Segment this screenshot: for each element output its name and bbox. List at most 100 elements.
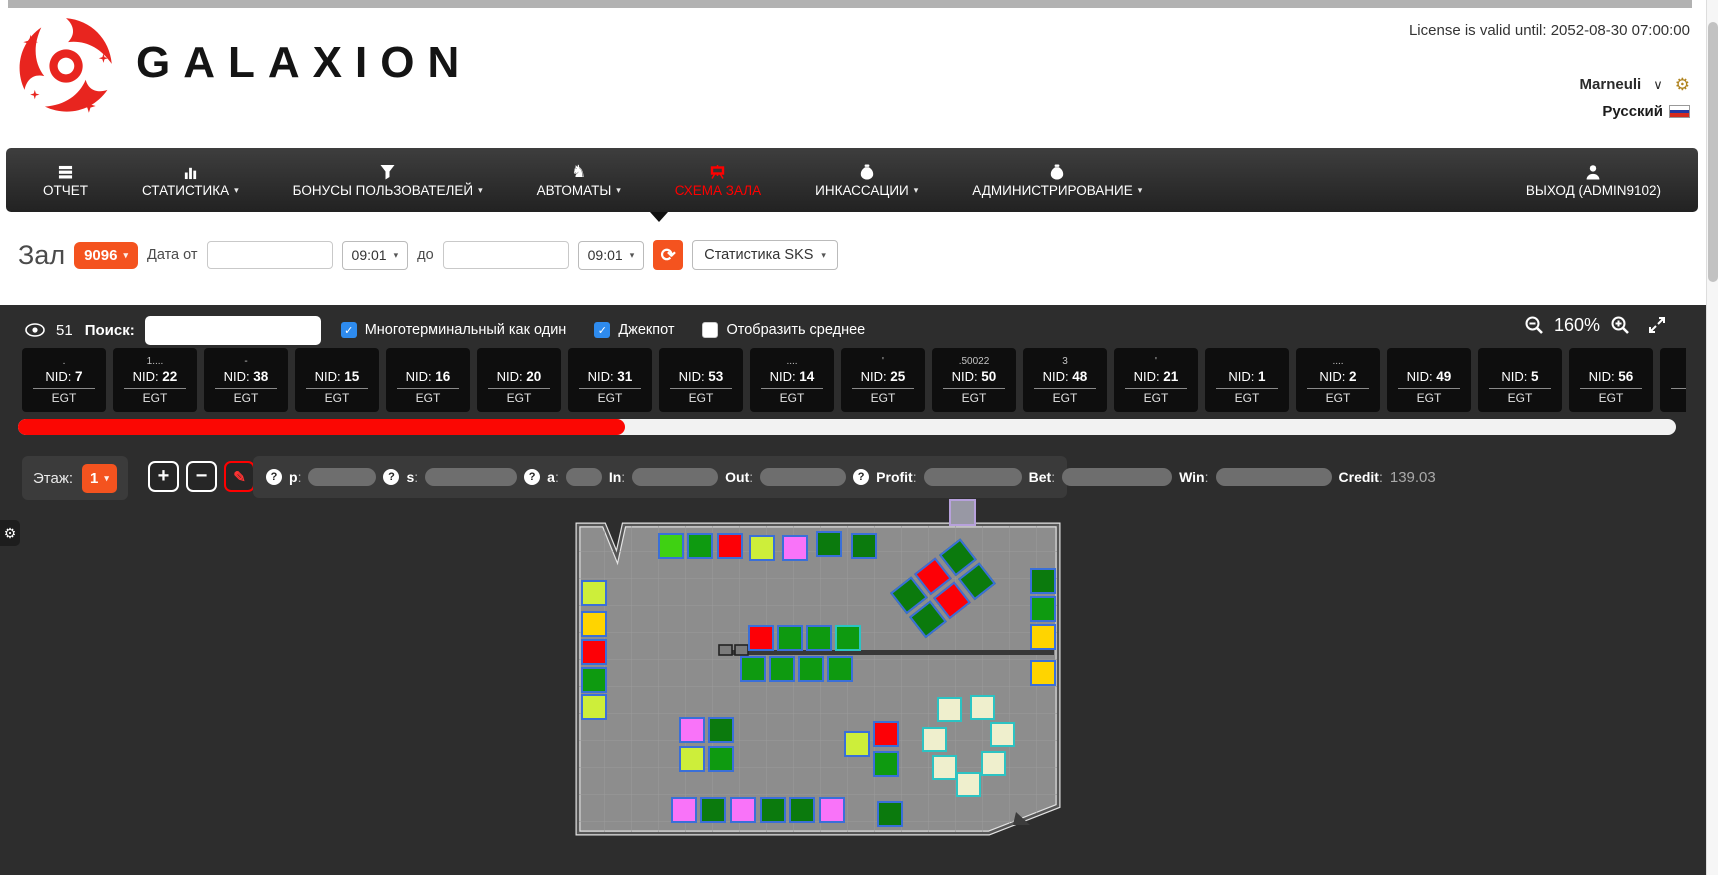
slot-machine[interactable] <box>777 625 803 651</box>
slot-machine[interactable] <box>922 727 947 752</box>
slot-machine[interactable] <box>581 667 607 693</box>
machine-tile[interactable]: .NID: 7EGT <box>22 348 106 412</box>
user-name[interactable]: Marneuli <box>1580 76 1642 93</box>
slot-machine[interactable] <box>806 625 832 651</box>
machine-tile[interactable]: 3NID: 48EGT <box>1023 348 1107 412</box>
slot-machine[interactable] <box>877 801 903 827</box>
slot-machine[interactable] <box>740 656 766 682</box>
floor-map[interactable] <box>578 525 1058 833</box>
zoom-out-icon[interactable] <box>1523 314 1545 336</box>
tiles-scrollbar-track[interactable] <box>18 419 1676 435</box>
fullscreen-icon[interactable] <box>1646 314 1668 336</box>
machine-tile[interactable]: ....NID: 14EGT <box>750 348 834 412</box>
language-selector[interactable]: Русский <box>1602 103 1690 120</box>
checkbox-0[interactable]: ✓ <box>341 322 357 338</box>
date-to-input[interactable] <box>443 241 569 269</box>
slot-machine[interactable] <box>844 731 870 757</box>
slot-machine[interactable] <box>769 656 795 682</box>
slot-machine[interactable] <box>679 717 705 743</box>
slot-machine[interactable] <box>581 694 607 720</box>
slot-machine[interactable] <box>798 656 824 682</box>
date-from-input[interactable] <box>207 241 333 269</box>
edit-pencil-button[interactable]: ✎ <box>224 461 255 492</box>
floor-select[interactable]: 1▾ <box>82 464 117 493</box>
page-scrollbar-track[interactable] <box>1706 0 1718 875</box>
zoom-minus-button[interactable]: − <box>186 461 217 492</box>
time-to-select[interactable]: 09:01▾ <box>578 241 645 270</box>
search-input[interactable] <box>145 316 321 345</box>
slot-machine[interactable] <box>1030 568 1056 594</box>
machine-tile[interactable]: NID: 20EGT <box>477 348 561 412</box>
slot-machine[interactable] <box>827 656 853 682</box>
machine-tile[interactable]: .50022NID: 50EGT <box>932 348 1016 412</box>
slot-machine[interactable] <box>581 611 607 637</box>
machine-tile[interactable]: 'NID: 25EGT <box>841 348 925 412</box>
slot-machine[interactable] <box>981 751 1006 776</box>
checkbox-1[interactable]: ✓ <box>594 322 610 338</box>
machine-tile[interactable]: -NID: 38EGT <box>204 348 288 412</box>
page-scrollbar-thumb[interactable] <box>1708 22 1718 282</box>
nav-item-схема-зала[interactable]: СХЕМА ЗАЛА <box>648 148 788 212</box>
slot-machine[interactable] <box>932 755 957 780</box>
slot-machine[interactable] <box>789 797 815 823</box>
nav-item-инкассации[interactable]: ИНКАССАЦИИ▾ <box>788 148 945 212</box>
slot-machine[interactable] <box>937 697 962 722</box>
slot-machine[interactable] <box>700 797 726 823</box>
machine-tile[interactable]: 'NID: 21EGT <box>1114 348 1198 412</box>
zoom-in-icon[interactable] <box>1609 314 1631 336</box>
side-gear-icon[interactable]: ⚙ <box>0 520 20 546</box>
slot-machine[interactable] <box>835 625 861 651</box>
slot-machine[interactable] <box>687 533 713 559</box>
slot-machine[interactable] <box>658 533 684 559</box>
time-from-select[interactable]: 09:01▾ <box>342 241 409 270</box>
eye-icon[interactable] <box>24 319 46 341</box>
nav-item-администрирование[interactable]: АДМИНИСТРИРОВАНИЕ▾ <box>945 148 1169 212</box>
machine-tile[interactable]: ....NID: 2EGT <box>1296 348 1380 412</box>
slot-machine[interactable] <box>679 746 705 772</box>
slot-machine[interactable] <box>730 797 756 823</box>
machine-tile[interactable]: NID: 49EGT <box>1387 348 1471 412</box>
slot-machine[interactable] <box>708 717 734 743</box>
machine-tile[interactable]: NID: 16EGT <box>386 348 470 412</box>
nav-item-logout[interactable]: ВЫХОД (ADMIN9102) <box>1499 148 1688 212</box>
slot-machine[interactable] <box>956 772 981 797</box>
slot-machine[interactable] <box>581 580 607 606</box>
slot-machine[interactable] <box>819 797 845 823</box>
machine-tile[interactable]: NID: 1EGT <box>1205 348 1289 412</box>
slot-machine[interactable] <box>748 625 774 651</box>
checkbox-2[interactable] <box>702 322 718 338</box>
slot-machine[interactable] <box>1030 660 1056 686</box>
slot-machine[interactable] <box>851 533 877 559</box>
refresh-button[interactable]: ⟳ <box>653 240 683 270</box>
machine-tile[interactable]: NID: 31EGT <box>568 348 652 412</box>
slot-machine[interactable] <box>749 535 775 561</box>
slot-machine[interactable] <box>708 746 734 772</box>
slot-machine[interactable] <box>671 797 697 823</box>
map-object-square[interactable] <box>949 499 976 526</box>
nav-item-бонусы-пользователей[interactable]: БОНУСЫ ПОЛЬЗОВАТЕЛЕЙ▾ <box>266 148 510 212</box>
slot-machine[interactable] <box>760 797 786 823</box>
slot-machine[interactable] <box>1030 596 1056 622</box>
top-scrollbar-strip[interactable] <box>8 0 1692 8</box>
settings-gear-icon[interactable]: ⚙ <box>1675 76 1690 93</box>
slot-machine[interactable] <box>873 751 899 777</box>
slot-machine[interactable] <box>970 695 995 720</box>
nav-item-автоматы[interactable]: ♞АВТОМАТЫ▾ <box>510 148 648 212</box>
machine-tile[interactable]: NID: 56EGT <box>1569 348 1653 412</box>
slot-machine[interactable] <box>717 533 743 559</box>
nav-item-отчет[interactable]: ОТЧЕТ <box>16 148 115 212</box>
zoom-plus-button[interactable]: + <box>148 461 179 492</box>
machine-tile[interactable]: 29NID: EGT <box>1660 348 1686 412</box>
slot-machine[interactable] <box>1030 624 1056 650</box>
nav-item-статистика[interactable]: СТАТИСТИКА▾ <box>115 148 266 212</box>
slot-machine[interactable] <box>782 535 808 561</box>
user-menu[interactable]: Marneuli ∨ ⚙ <box>1580 76 1690 93</box>
hall-select[interactable]: 9096▾ <box>74 242 138 269</box>
slot-machine[interactable] <box>816 531 842 557</box>
machine-tile[interactable]: 1....NID: 22EGT <box>113 348 197 412</box>
machine-tile[interactable]: NID: 15EGT <box>295 348 379 412</box>
machine-tile[interactable]: NID: 53EGT <box>659 348 743 412</box>
slot-machine[interactable] <box>581 639 607 665</box>
machine-tile[interactable]: NID: 5EGT <box>1478 348 1562 412</box>
sks-stats-dropdown[interactable]: Статистика SKS▾ <box>692 240 838 270</box>
